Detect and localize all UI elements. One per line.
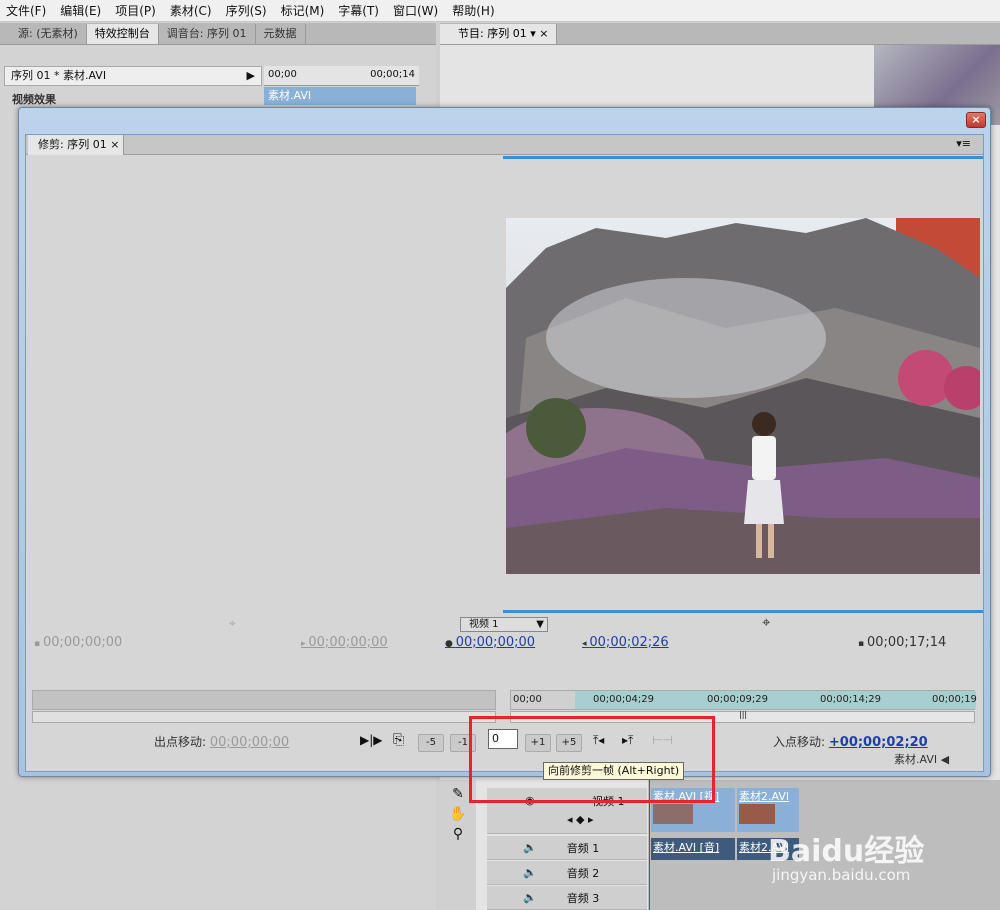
left-tc-out[interactable]: ▸ 00;00;00;00 [301,635,388,650]
play-triangle-icon[interactable]: ▶ [247,67,255,85]
track-select-label: 视频 1 [469,619,499,630]
play-edit-icon[interactable]: ▶|▶ [360,733,383,747]
program-tabbar: 节目: 序列 01 ▾ × [440,23,1000,45]
clip-thumb [739,804,775,824]
trim-panel: 修剪: 序列 01 × ▾≡ ⌖ ⌖ 视频 1 ▼ ▪ 00;00;00;00 … [25,134,984,772]
right-tc-in[interactable]: ◂ 00;00;02;26 [582,635,669,650]
in-shift-value[interactable]: +00;00;02;20 [829,735,928,750]
right-tc-duration: ▪ 00;00;17;14 [858,635,946,650]
right-tc-in-value: 00;00;02;26 [589,635,669,650]
menu-sequence[interactable]: 序列(S) [220,0,275,22]
speaker-icon[interactable]: 🔈 [523,841,537,854]
right-tc-duration-value: 00;00;17;14 [866,635,947,650]
watermark-logo: Baidu经验 [768,834,925,869]
tc-marker-icon: ● [445,639,456,649]
ruler-tick-0: 00;00 [513,694,542,705]
close-icon[interactable]: × [539,27,548,40]
tab-program-label: 节目: 序列 01 [458,27,527,40]
right-accent-bottom [503,610,983,613]
scroll-grip-icon: ||| [739,710,748,719]
trim-minus5-button[interactable]: -5 [418,734,444,752]
right-ruler[interactable]: 00;00 00;00;04;29 00;00;09;29 00;00;14;2… [510,690,977,710]
in-shift: 入点移动: +00;00;02;20 [773,733,928,750]
mini-tc-end: 00;00;14 [370,69,415,80]
dropdown-icon[interactable]: ▾ [530,27,536,40]
tc-marker-icon: ▪ [858,639,867,649]
left-safe-marker-icon: ⌖ [229,616,236,630]
mini-clip[interactable]: 素材.AVI [264,87,416,105]
track-header-audio2: 🔈 音频 2 [487,861,647,885]
tab-program[interactable]: 节目: 序列 01 ▾ × [440,24,558,44]
tab-trim-label: 修剪: 序列 01 [38,138,107,151]
panel-menu-icon[interactable]: ▾≡ [956,137,971,150]
keyframe-nav-icon[interactable]: ◂ ◆ ▸ [567,813,594,826]
track-select[interactable]: 视频 1 ▼ [460,617,548,632]
left-tabbar: 源: (无素材) 特效控制台 调音台: 序列 01 元数据 [0,23,436,45]
section-header: 视频效果 [12,93,56,106]
sequence-clip-text: 序列 01 * 素材.AVI [11,69,107,82]
video-frame [506,218,980,574]
ruler-tick-4: 00;00;19 [932,694,977,705]
in-shift-label: 入点移动: [773,735,826,749]
speaker-small-icon: ◀ [940,753,950,766]
tab-source[interactable]: 源: (无素材) [0,24,87,44]
close-icon[interactable]: × [110,138,119,151]
speaker-icon[interactable]: 🔈 [523,891,537,904]
out-shift-value[interactable]: 00;00;00;00 [210,735,289,750]
landscape-image [506,218,980,574]
right-safe-marker-icon: ⌖ [762,613,771,631]
mini-tc-start: 00;00 [268,69,297,80]
clip-thumb [653,804,693,824]
left-scrub-bar[interactable] [32,690,496,710]
audio1-label: 音频 1 [566,841,600,855]
out-shift-label: 出点移动: [154,735,207,749]
menu-help[interactable]: 帮助(H) [446,0,502,22]
menu-bar: 文件(F) 编辑(E) 项目(P) 素材(C) 序列(S) 标记(M) 字幕(T… [0,0,1000,22]
tab-audio-mixer[interactable]: 调音台: 序列 01 [159,24,256,44]
speaker-icon[interactable]: 🔈 [523,866,537,879]
clip-name-right-label: 素材.AVI [894,753,938,766]
tab-trim[interactable]: 修剪: 序列 01 × [28,135,124,155]
menu-clip[interactable]: 素材(C) [164,0,220,22]
left-tc-start-value: 00;00;00;00 [42,635,123,650]
menu-marker[interactable]: 标记(M) [275,0,333,22]
close-icon[interactable]: × [966,112,986,128]
ruler-tick-1: 00;00;04;29 [593,694,655,705]
clip-video-2-label: 素材2.AVI [739,790,790,803]
track-header-audio1: 🔈 音频 1 [487,836,647,860]
sequence-clip-label[interactable]: 序列 01 * 素材.AVI ▶ [4,66,262,86]
menu-window[interactable]: 窗口(W) [387,0,446,22]
watermark-url: jingyan.baidu.com [772,866,911,884]
clip-name-right: 素材.AVI ◀ [894,751,949,767]
right-tc-playhead-value: 00;00;00;00 [455,635,536,650]
clip-audio-1[interactable]: 素材.AVI [音] [651,838,735,860]
chevron-down-icon: ▼ [536,619,544,630]
track-header-audio3: 🔈 音频 3 [487,886,647,910]
tab-metadata[interactable]: 元数据 [256,24,306,44]
menu-file[interactable]: 文件(F) [0,0,54,22]
right-tc-playhead[interactable]: ● 00;00;00;00 [445,635,535,650]
left-tc-start[interactable]: ▪ 00;00;00;00 [34,635,122,650]
ruler-tick-2: 00;00;09;29 [707,694,769,705]
ruler-tick-3: 00;00;14;29 [820,694,882,705]
mini-timeline: 00;00 00;00;14 [264,66,419,86]
out-shift: 出点移动: 00;00;00;00 [154,733,289,750]
tc-marker-icon: ▪ [34,639,43,649]
loop-icon[interactable]: ⎘ [393,732,404,748]
trim-dialog: × 修剪: 序列 01 × ▾≡ ⌖ ⌖ 视频 1 ▼ ▪ 00;00;00;0… [18,107,991,777]
highlight-box [469,716,715,803]
hand-icon[interactable]: ✋ [440,806,476,822]
tab-effect-controls[interactable]: 特效控制台 [86,24,159,44]
right-accent-top [503,156,983,159]
audio2-label: 音频 2 [566,866,600,880]
menu-title[interactable]: 字幕(T) [332,0,387,22]
menu-edit[interactable]: 编辑(E) [54,0,109,22]
zoom-icon[interactable]: ⚲ [440,826,476,842]
left-scroll-bar[interactable] [32,711,496,723]
trim-tabbar: 修剪: 序列 01 × ▾≡ [26,135,983,155]
audio3-label: 音频 3 [566,891,600,905]
menu-project[interactable]: 项目(P) [109,0,164,22]
left-tc-out-value: 00;00;00;00 [308,635,388,650]
